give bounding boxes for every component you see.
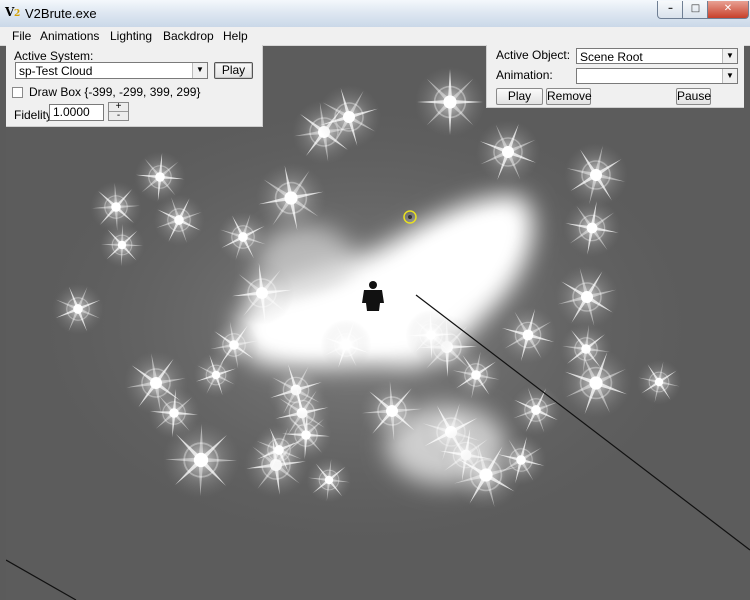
sparkle-core	[443, 95, 457, 109]
particle-scene	[6, 66, 750, 600]
close-button[interactable]: ✕	[707, 1, 749, 19]
fidelity-decrement[interactable]: -	[109, 111, 128, 121]
object-panel: Active Object: Scene Root ▼ Animation: ▼…	[486, 45, 744, 108]
animation-label: Animation:	[496, 68, 553, 82]
chevron-down-icon[interactable]: ▼	[722, 49, 737, 63]
animation-select[interactable]: ▼	[576, 68, 738, 84]
chevron-down-icon[interactable]: ▼	[192, 63, 207, 78]
fidelity-input[interactable]: 1.0000	[49, 104, 104, 121]
draw-box-label: Draw Box {-399, -299, 399, 299}	[29, 85, 201, 99]
active-object-select[interactable]: Scene Root ▼	[576, 48, 738, 64]
system-panel: Active System: sp-Test Cloud ▼ Play Draw…	[6, 45, 263, 127]
menu-help[interactable]: Help	[223, 29, 248, 43]
active-system-label: Active System:	[14, 49, 94, 63]
maximize-button[interactable]: □	[682, 1, 709, 19]
fidelity-stepper[interactable]: + -	[108, 102, 129, 121]
title-bar: V2 V2Brute.exe – □ ✕	[0, 0, 750, 28]
v2-app-icon: V2	[5, 5, 21, 19]
system-play-button[interactable]: Play	[214, 62, 253, 79]
active-system-value: sp-Test Cloud	[19, 64, 93, 78]
menu-bar: File Animations Lighting Backdrop Help	[0, 27, 750, 46]
fidelity-label: Fidelity	[14, 108, 53, 122]
active-object-label: Active Object:	[496, 48, 571, 62]
active-object-value: Scene Root	[580, 50, 643, 64]
animation-remove-button[interactable]: Remove	[546, 88, 592, 105]
render-viewport[interactable]	[6, 45, 750, 600]
sparkle-particle	[414, 66, 486, 138]
scene-line-corner	[6, 559, 77, 600]
chevron-down-icon[interactable]: ▼	[722, 69, 737, 83]
menu-lighting[interactable]: Lighting	[110, 29, 152, 43]
animation-play-button[interactable]: Play	[496, 88, 543, 105]
menu-backdrop[interactable]: Backdrop	[163, 29, 214, 43]
app-window: V2 V2Brute.exe – □ ✕ File Animations Lig…	[0, 0, 750, 600]
window-title: V2Brute.exe	[25, 6, 97, 21]
menu-animations[interactable]: Animations	[40, 29, 99, 43]
animation-pause-button[interactable]: Pause	[676, 88, 711, 105]
active-system-select[interactable]: sp-Test Cloud ▼	[15, 62, 208, 79]
menu-file[interactable]: File	[12, 29, 31, 43]
minimize-button[interactable]: –	[657, 1, 684, 19]
draw-box-checkbox[interactable]	[12, 87, 23, 98]
